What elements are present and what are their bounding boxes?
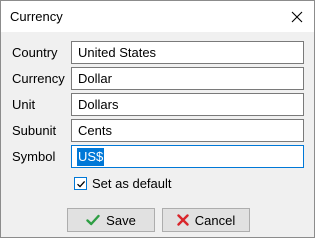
symbol-label: Symbol xyxy=(12,149,56,164)
save-label: Save xyxy=(106,212,136,228)
x-icon xyxy=(177,214,189,226)
set-default-label: Set as default xyxy=(92,176,172,191)
close-icon xyxy=(291,11,303,22)
currency-field[interactable] xyxy=(71,67,304,90)
subunit-field[interactable] xyxy=(71,119,304,142)
save-button[interactable]: Save xyxy=(67,208,155,232)
checkmark-icon xyxy=(76,180,85,188)
check-icon xyxy=(86,214,100,226)
title-bar: Currency xyxy=(1,1,314,32)
set-default-checkbox-row[interactable]: Set as default xyxy=(74,176,172,191)
subunit-label: Subunit xyxy=(12,123,57,138)
cancel-button[interactable]: Cancel xyxy=(162,208,250,232)
country-label: Country xyxy=(12,45,58,60)
unit-label: Unit xyxy=(12,97,36,112)
symbol-field[interactable]: US$ xyxy=(71,145,304,168)
window-title: Currency xyxy=(10,9,63,24)
currency-dialog: Currency Country Currency Unit Subunit S… xyxy=(0,0,315,238)
set-default-checkbox[interactable] xyxy=(74,177,87,190)
currency-label: Currency xyxy=(12,71,65,86)
close-button[interactable] xyxy=(280,1,314,32)
unit-field[interactable] xyxy=(71,93,304,116)
country-field[interactable] xyxy=(71,41,304,64)
symbol-selected-text: US$ xyxy=(77,147,105,166)
cancel-label: Cancel xyxy=(194,212,236,228)
